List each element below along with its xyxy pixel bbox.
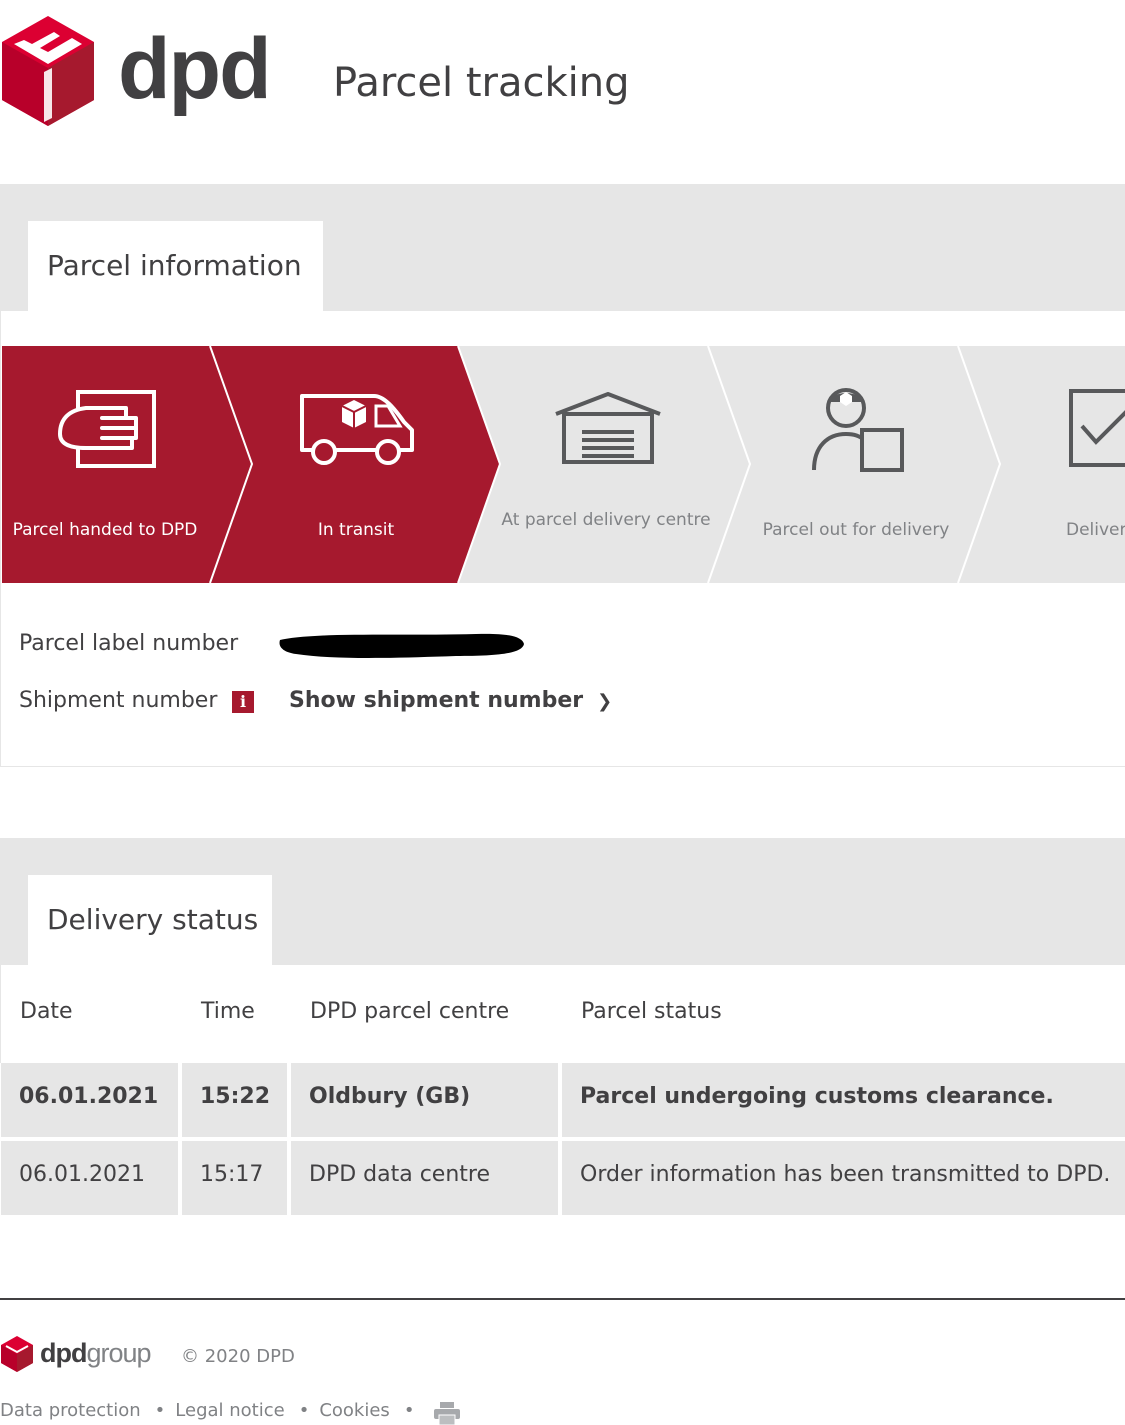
tab-parcel-information[interactable]: Parcel information (28, 221, 323, 311)
column-header-time: Time (201, 999, 255, 1024)
cell-status: Order information has been transmitted t… (562, 1141, 1125, 1215)
separator: • (403, 1400, 415, 1421)
shipment-number-label: Shipment number (19, 688, 218, 713)
dpd-cube-logo-icon[interactable] (0, 16, 96, 126)
separator: • (298, 1400, 310, 1421)
table-header: Date Time DPD parcel centre Parcel statu… (0, 965, 1125, 1063)
tab-delivery-status[interactable]: Delivery status (28, 875, 272, 965)
cell-centre: Oldbury (GB) (291, 1063, 558, 1137)
warehouse-icon (555, 392, 661, 464)
delivery-van-icon (300, 394, 414, 465)
link-legal-notice[interactable]: Legal notice (175, 1400, 284, 1421)
parcel-label-number-label: Parcel label number (19, 631, 239, 656)
copyright-text: © 2020 DPD (181, 1346, 295, 1367)
cell-time: 15:17 (182, 1141, 287, 1215)
dpdgroup-cube-icon[interactable] (0, 1336, 34, 1372)
cell-time: 15:22 (182, 1063, 287, 1137)
courier-icon (812, 388, 904, 472)
page-title: Parcel tracking (333, 60, 630, 106)
step-label-delivery-centre: At parcel delivery centre (501, 510, 711, 530)
info-icon[interactable]: i (232, 691, 254, 713)
redacted-label-number (279, 633, 524, 658)
tracking-progress-steps: Parcel handed to DPD In transit At parce… (2, 346, 1125, 583)
cell-date: 06.01.2021 (1, 1063, 178, 1137)
show-shipment-number-link[interactable]: Show shipment number ❯ (289, 688, 612, 713)
separator: • (154, 1400, 166, 1421)
step-label-handed: Parcel handed to DPD (12, 520, 198, 540)
footer-divider (0, 1298, 1125, 1300)
column-header-centre: DPD parcel centre (310, 999, 510, 1024)
cell-status: Parcel undergoing customs clearance. (562, 1063, 1125, 1137)
table-row: 06.01.2021 15:22 Oldbury (GB) Parcel und… (0, 1063, 1125, 1137)
chevron-right-icon: ❯ (597, 691, 613, 712)
column-header-status: Parcel status (581, 999, 722, 1024)
dpdgroup-logo-group: group (86, 1338, 151, 1368)
dpd-logo-text[interactable]: dpd (118, 26, 272, 112)
show-shipment-number-text: Show shipment number (289, 688, 584, 713)
cell-date: 06.01.2021 (1, 1141, 178, 1215)
footer-links: Data protection • Legal notice • Cookies • (0, 1400, 424, 1421)
table-row: 06.01.2021 15:17 DPD data centre Order i… (0, 1141, 1125, 1215)
cell-centre: DPD data centre (291, 1141, 558, 1215)
link-cookies[interactable]: Cookies (319, 1400, 389, 1421)
column-header-date: Date (20, 999, 73, 1024)
checkbox-icon (1069, 389, 1125, 467)
step-label-delivered: Deliver (1066, 520, 1125, 540)
dpdgroup-logo-dpd: dpd (40, 1338, 87, 1368)
print-icon[interactable] (434, 1402, 460, 1425)
hand-document-icon (58, 390, 156, 468)
dpdgroup-logo[interactable]: dpdgroup (40, 1338, 152, 1369)
step-label-in-transit: In transit (317, 520, 395, 540)
header: dpd Parcel tracking (0, 0, 1125, 184)
link-data-protection[interactable]: Data protection (0, 1400, 141, 1421)
step-label-out-for-delivery: Parcel out for delivery (762, 520, 950, 540)
